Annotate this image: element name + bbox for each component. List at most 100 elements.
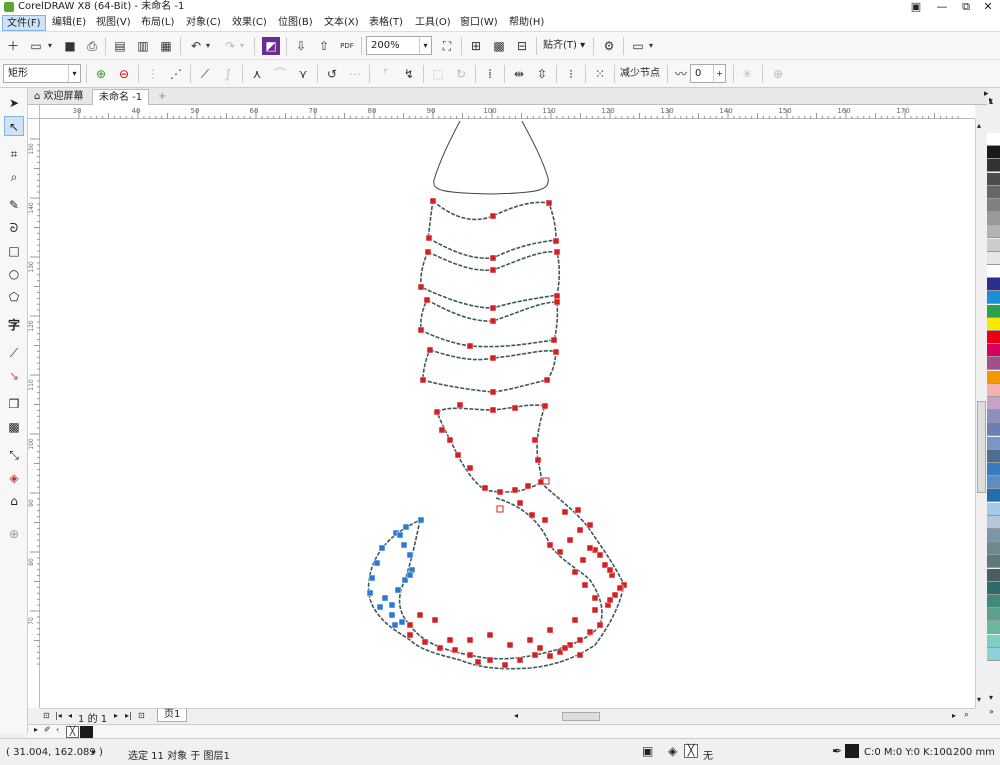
menu-file[interactable]: 文件(F)	[2, 15, 46, 31]
curve-node[interactable]	[546, 652, 554, 660]
palette-scroll-left-icon[interactable]: ‹	[56, 725, 59, 734]
restore-button[interactable]: ⧉	[954, 0, 978, 14]
scroll-right-icon[interactable]: ▸	[952, 711, 956, 720]
delete-node-icon[interactable]: ⊖	[114, 64, 134, 84]
cut-icon[interactable]: ▤	[110, 36, 130, 56]
curve-node-blue[interactable]	[406, 571, 414, 579]
curve-node-blue[interactable]	[368, 574, 376, 582]
curve-node-blue[interactable]	[391, 621, 399, 629]
palette-swatch[interactable]	[987, 357, 1000, 371]
prev-page-first-icon[interactable]: |◂	[55, 711, 62, 720]
curve-node[interactable]	[429, 197, 437, 205]
page-tab-1[interactable]: 页1	[157, 709, 188, 722]
curve-node-blue[interactable]	[417, 516, 425, 524]
curve-node[interactable]	[571, 616, 579, 624]
status-menu-icon[interactable]: ▸	[92, 747, 96, 756]
add-node-icon[interactable]: ⊕	[91, 64, 111, 84]
palette-swatch[interactable]	[987, 397, 1000, 410]
palette-swatch[interactable]	[987, 621, 1000, 635]
tab-welcome-screen[interactable]: ⌂ 欢迎屏幕	[28, 89, 90, 105]
palette-swatch[interactable]	[987, 423, 1000, 437]
undo-dropdown-icon[interactable]: ▾	[203, 36, 213, 56]
convert-to-line-icon[interactable]: ⟋	[195, 64, 215, 84]
curve-node[interactable]	[546, 626, 554, 634]
crop-tool-icon[interactable]: ⌗	[4, 144, 24, 164]
ellipse-tool-icon[interactable]: ○	[4, 264, 24, 284]
zoom-level-select[interactable]: 200% ▾	[366, 36, 432, 55]
eyedropper-icon[interactable]: ✐	[44, 725, 51, 734]
vertical-scroll-thumb[interactable]	[977, 401, 986, 493]
curve-node[interactable]	[552, 348, 560, 356]
horizontal-scrollbar[interactable]: ⊡ |◂ ◂ 1 的 1 ▸ ▸| ⊡ 页1 ◂ ▸ ⌕	[40, 708, 975, 725]
launcher-dropdown-icon[interactable]: ▾	[646, 36, 656, 56]
rectangle-tool-icon[interactable]: □	[4, 241, 24, 261]
elastic-mode-icon[interactable]: ⁝	[561, 64, 581, 84]
palette-swatch[interactable]	[987, 595, 1000, 608]
application-launcher-icon[interactable]: ▭	[628, 36, 648, 56]
palette-scroll-down-icon[interactable]: ▾	[989, 693, 993, 702]
curve-node[interactable]	[576, 636, 584, 644]
menu-edit[interactable]: 编辑(E)	[48, 15, 90, 31]
black-swatch[interactable]	[80, 726, 93, 738]
menu-tools[interactable]: 工具(O)	[411, 15, 455, 31]
curve-node-blue[interactable]	[402, 523, 410, 531]
curve-node[interactable]	[425, 234, 433, 242]
curve-node[interactable]	[524, 482, 532, 490]
curve-node[interactable]	[446, 436, 454, 444]
cusp-node-icon[interactable]: ⋏	[247, 64, 267, 84]
extend-curve-icon[interactable]: ⋯	[345, 64, 365, 84]
fill-none-swatch[interactable]: ╳	[684, 744, 698, 758]
options-gear-icon[interactable]: ⚙	[599, 36, 619, 56]
curve-node[interactable]	[552, 237, 560, 245]
freehand-tool-icon[interactable]: ✎	[4, 195, 24, 215]
curve-node[interactable]	[596, 551, 604, 559]
text-tool-icon[interactable]: 字	[4, 315, 24, 335]
drop-shadow-tool-icon[interactable]: ❐	[4, 394, 24, 414]
select-all-nodes-icon[interactable]: ⁙	[590, 64, 610, 84]
user-icon[interactable]: ▣	[904, 0, 928, 14]
control-handle[interactable]	[496, 505, 504, 513]
curve-node[interactable]	[556, 548, 564, 556]
curve-node[interactable]	[528, 511, 536, 519]
curve-node-blue[interactable]	[388, 601, 396, 609]
palette-swatch[interactable]	[987, 383, 1000, 397]
rotate-nodes-icon[interactable]: ↻	[451, 64, 471, 84]
curve-node[interactable]	[531, 651, 539, 659]
curve-node[interactable]	[496, 488, 504, 496]
zoom-navigator-icon[interactable]: ⌕	[964, 710, 969, 720]
curve-node[interactable]	[566, 536, 574, 544]
palette-swatch[interactable]	[987, 542, 1000, 556]
palette-swatch[interactable]	[987, 555, 1000, 569]
close-button[interactable]: ✕	[976, 0, 1000, 14]
curve-node-blue[interactable]	[381, 594, 389, 602]
curve-node[interactable]	[406, 621, 414, 629]
curve-node[interactable]	[417, 326, 425, 334]
curve-node[interactable]	[543, 376, 551, 384]
zoom-tool-icon[interactable]: ⌕	[4, 167, 24, 187]
palette-swatch[interactable]	[987, 199, 1000, 212]
curve-node[interactable]	[489, 354, 497, 362]
curve-node[interactable]	[436, 644, 444, 652]
palette-swatch[interactable]	[987, 265, 1000, 278]
curve-node[interactable]	[516, 656, 524, 664]
palette-swatch[interactable]	[987, 133, 1000, 146]
add-property-icon[interactable]: ⊕	[768, 64, 788, 84]
menu-view[interactable]: 视图(V)	[92, 15, 135, 31]
palette-expand-icon[interactable]: »	[989, 707, 994, 716]
curve-node[interactable]	[486, 631, 494, 639]
curve-node[interactable]	[586, 521, 594, 529]
new-document-icon[interactable]: ＋	[3, 36, 23, 56]
palette-swatch[interactable]	[987, 647, 1000, 661]
curve-node[interactable]	[481, 484, 489, 492]
curve-node[interactable]	[536, 644, 544, 652]
curve-node[interactable]	[511, 486, 519, 494]
palette-swatch[interactable]	[987, 172, 1000, 186]
extract-subpath-icon[interactable]: ⌜	[376, 64, 396, 84]
palette-swatch[interactable]	[987, 489, 1000, 503]
hook-curve-inner[interactable]	[398, 497, 603, 660]
head-shape[interactable]	[433, 120, 549, 195]
body-segment-1[interactable]	[427, 199, 557, 260]
curve-node-blue[interactable]	[373, 559, 381, 567]
palette-swatch[interactable]	[987, 344, 1000, 358]
curve-node[interactable]	[586, 544, 594, 552]
